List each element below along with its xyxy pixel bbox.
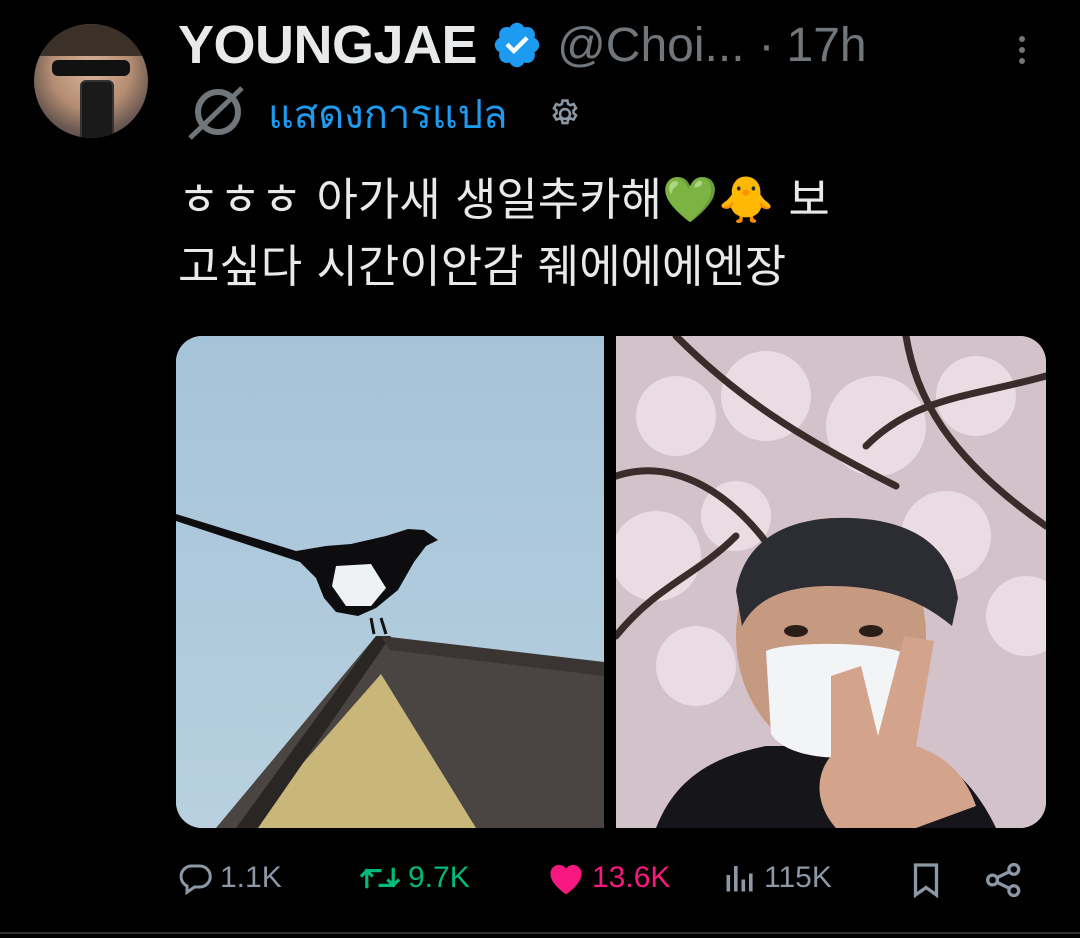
show-translation-link[interactable]: แสดงการแปล bbox=[268, 82, 508, 146]
tweet-timestamp[interactable]: 17h bbox=[787, 18, 867, 73]
gear-icon[interactable] bbox=[548, 97, 582, 131]
share-icon bbox=[986, 862, 1021, 898]
avatar-glasses bbox=[52, 60, 130, 76]
retweet-action[interactable]: 9.7K bbox=[358, 860, 470, 896]
like-count: 13.6K bbox=[592, 861, 671, 894]
photo-magpie[interactable] bbox=[176, 336, 604, 828]
author-name[interactable]: YOUNGJAE bbox=[178, 14, 478, 76]
views-bar-icon bbox=[726, 866, 753, 892]
media-divider bbox=[604, 336, 616, 828]
reply-bubble-icon bbox=[179, 864, 212, 896]
avatar-hair bbox=[34, 24, 148, 56]
bookmark-icon bbox=[913, 863, 939, 899]
heart-filled-icon bbox=[550, 864, 582, 895]
avatar[interactable] bbox=[34, 24, 148, 138]
tweet-actions: 1.1K 9.7K 13.6K 115K bbox=[0, 850, 1080, 910]
separator-dot: · bbox=[758, 18, 775, 72]
photo-selfie[interactable] bbox=[616, 336, 1046, 828]
view-count: 115K bbox=[764, 861, 832, 894]
share-action[interactable] bbox=[984, 862, 1030, 898]
avatar-phone bbox=[80, 80, 114, 138]
reply-count: 1.1K bbox=[220, 861, 282, 894]
tweet-header: YOUNGJAE @Choi... · 17h bbox=[178, 10, 867, 80]
tweet-text-line-1: ㅎㅎㅎ 아가새 생일추카해💚🐥 보 bbox=[178, 173, 830, 226]
retweet-count: 9.7K bbox=[408, 861, 470, 894]
media-grid bbox=[176, 336, 1046, 828]
more-dots-icon[interactable] bbox=[1012, 30, 1032, 70]
tweet-text: ㅎㅎㅎ 아가새 생일추카해💚🐥 보 고싶다 시간이안감 줴에에에엔장 bbox=[178, 166, 1058, 300]
divider-line bbox=[0, 932, 1080, 934]
retweet-icon bbox=[359, 867, 401, 889]
reply-action[interactable]: 1.1K bbox=[178, 860, 282, 896]
verified-badge-icon[interactable] bbox=[491, 19, 543, 71]
translate-globe-icon[interactable] bbox=[186, 86, 246, 142]
translate-row: แสดงการแปล bbox=[186, 86, 582, 142]
author-handle[interactable]: @Choi... bbox=[557, 18, 744, 73]
like-action[interactable]: 13.6K bbox=[546, 860, 670, 896]
tweet-text-line-2: 고싶다 시간이안감 줴에에에엔장 bbox=[178, 240, 787, 293]
views-action[interactable]: 115K bbox=[722, 860, 832, 896]
bookmark-action[interactable] bbox=[908, 860, 950, 900]
